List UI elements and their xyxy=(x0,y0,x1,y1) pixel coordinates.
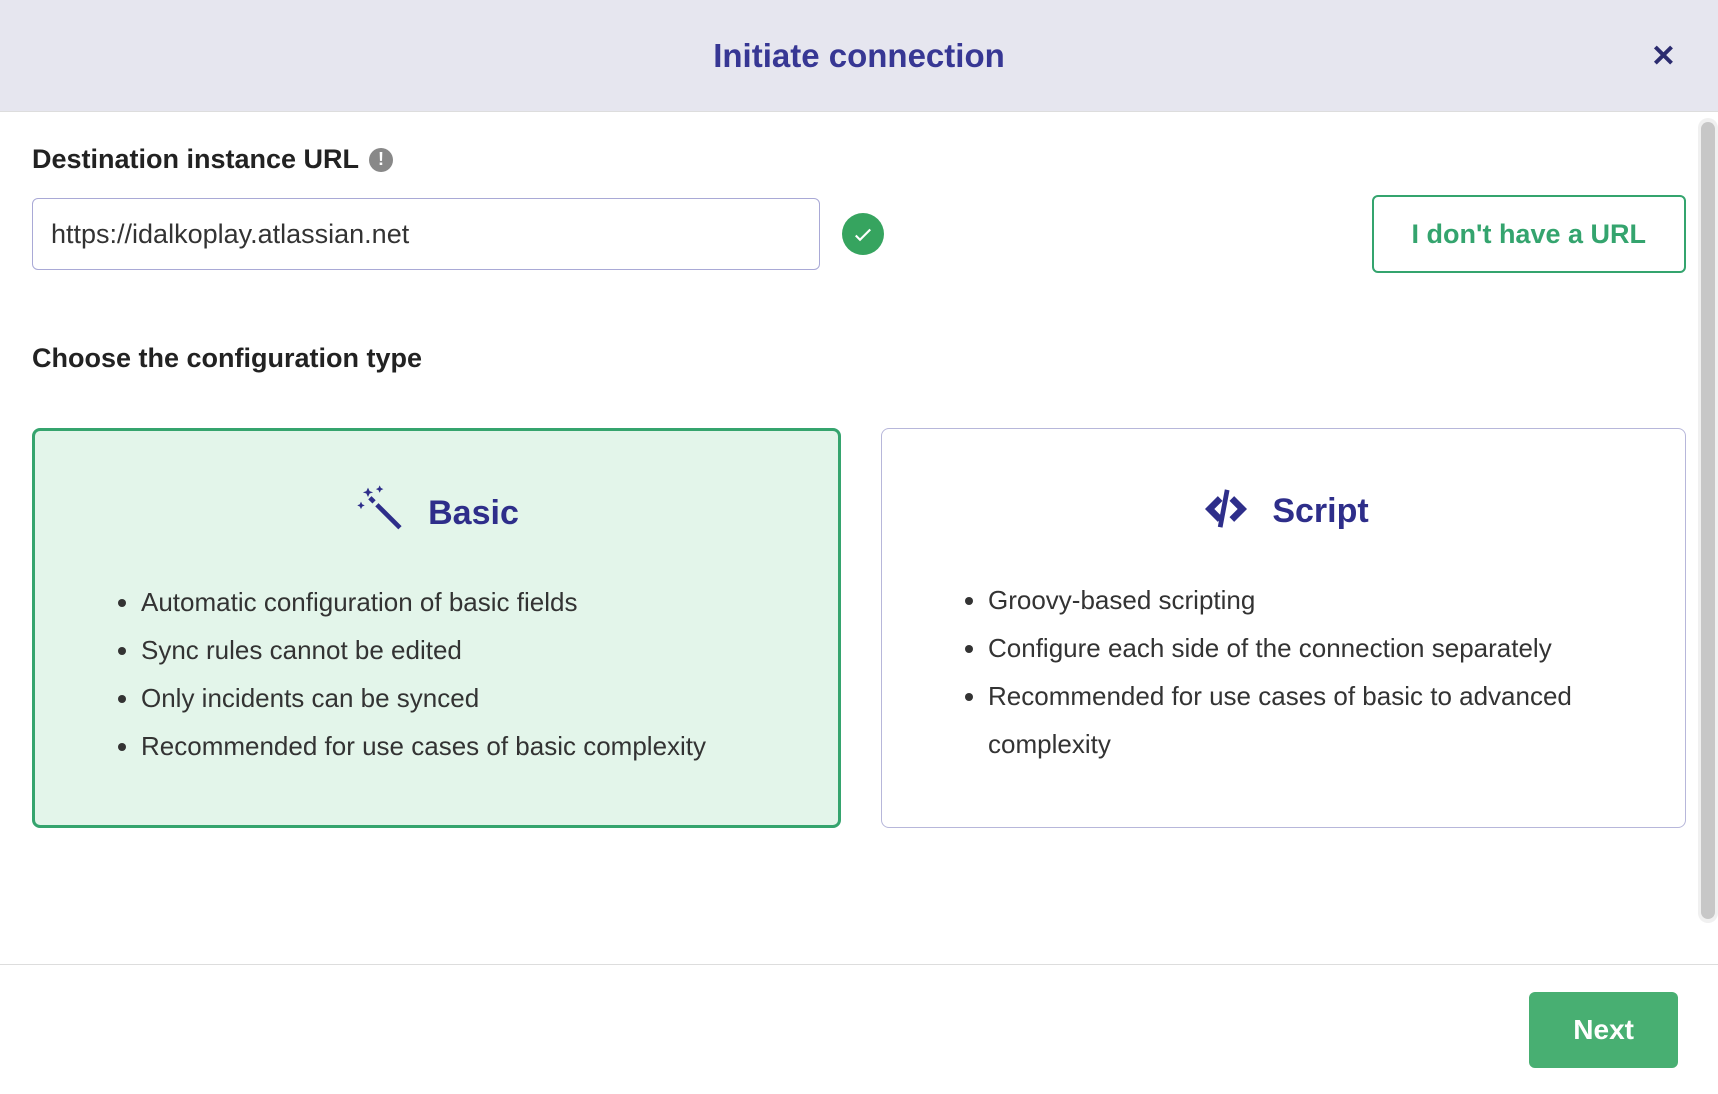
url-field-label: Destination instance URL ! xyxy=(32,144,1686,175)
check-valid-icon xyxy=(842,213,884,255)
config-cards-row: Basic Automatic configuration of basic f… xyxy=(32,428,1686,828)
url-label-text: Destination instance URL xyxy=(32,144,359,175)
url-row: I don't have a URL xyxy=(32,195,1686,273)
next-button[interactable]: Next xyxy=(1529,992,1678,1068)
code-icon xyxy=(1198,481,1254,542)
modal-header: Initiate connection ✕ xyxy=(0,0,1718,112)
close-icon: ✕ xyxy=(1651,40,1676,73)
modal-title: Initiate connection xyxy=(713,37,1005,75)
list-item: Recommended for use cases of basic compl… xyxy=(141,722,794,770)
modal-footer: Next xyxy=(0,964,1718,1094)
no-url-button[interactable]: I don't have a URL xyxy=(1372,195,1686,273)
destination-url-input[interactable] xyxy=(32,198,820,270)
config-card-script[interactable]: Script Groovy-based scripting Configure … xyxy=(881,428,1686,828)
config-type-label: Choose the configuration type xyxy=(32,343,1686,374)
config-card-basic[interactable]: Basic Automatic configuration of basic f… xyxy=(32,428,841,828)
list-item: Automatic configuration of basic fields xyxy=(141,578,794,626)
card-title-script: Script xyxy=(1272,492,1368,531)
list-item: Groovy-based scripting xyxy=(988,576,1641,624)
card-features-script: Groovy-based scripting Configure each si… xyxy=(926,576,1641,768)
card-features-basic: Automatic configuration of basic fields … xyxy=(79,578,794,770)
card-title-basic: Basic xyxy=(428,494,519,533)
card-header-script: Script xyxy=(926,481,1641,542)
list-item: Sync rules cannot be edited xyxy=(141,626,794,674)
close-button[interactable]: ✕ xyxy=(1651,42,1676,72)
info-icon[interactable]: ! xyxy=(369,148,393,172)
list-item: Only incidents can be synced xyxy=(141,674,794,722)
list-item: Configure each side of the connection se… xyxy=(988,624,1641,672)
card-header-basic: Basic xyxy=(79,483,794,544)
modal-body: Destination instance URL ! I don't have … xyxy=(0,112,1718,964)
list-item: Recommended for use cases of basic to ad… xyxy=(988,672,1641,768)
magic-wand-icon xyxy=(354,483,410,544)
